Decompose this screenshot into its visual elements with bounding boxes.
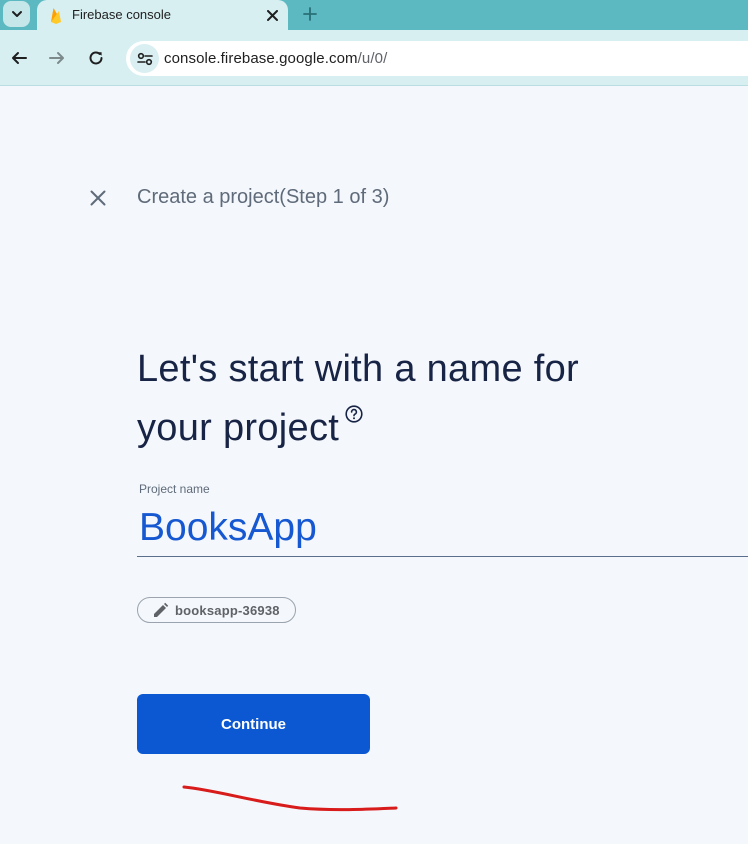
plus-icon bbox=[303, 7, 317, 21]
heading-line-1: Let's start with a name for bbox=[137, 348, 579, 390]
tab-search-button[interactable] bbox=[3, 1, 30, 27]
red-underline-annotation bbox=[182, 785, 398, 812]
close-icon bbox=[90, 190, 106, 206]
chevron-down-icon bbox=[11, 11, 22, 17]
back-arrow-icon bbox=[12, 52, 27, 64]
site-info-button[interactable] bbox=[130, 44, 159, 73]
site-settings-icon bbox=[136, 52, 153, 65]
reload-button[interactable] bbox=[85, 47, 107, 69]
url-text[interactable]: console.firebase.google.com/u/0/ bbox=[164, 50, 387, 67]
step-title: Create a project(Step 1 of 3) bbox=[137, 186, 390, 208]
firebase-flame-icon bbox=[51, 8, 61, 24]
address-bar[interactable]: console.firebase.google.com/u/0/ bbox=[126, 41, 748, 76]
browser-toolbar: console.firebase.google.com/u/0/ bbox=[0, 30, 748, 86]
tab-close-button[interactable] bbox=[262, 5, 282, 25]
heading-line-2-text: your project bbox=[137, 407, 340, 449]
tab-title: Firebase console bbox=[72, 7, 171, 22]
project-id-chip[interactable]: booksapp-36938 bbox=[137, 597, 296, 623]
heading-line-2: your project bbox=[137, 399, 697, 458]
forward-button[interactable] bbox=[46, 47, 68, 69]
reload-icon bbox=[89, 51, 103, 65]
project-id-label: booksapp-36938 bbox=[175, 602, 280, 618]
forward-arrow-icon bbox=[49, 52, 64, 64]
url-host: console.firebase.google.com bbox=[164, 50, 358, 67]
help-circle-icon[interactable] bbox=[345, 405, 363, 423]
page-heading: Let's start with a name for your project bbox=[137, 340, 697, 458]
back-button[interactable] bbox=[8, 47, 30, 69]
close-icon bbox=[266, 9, 278, 21]
close-wizard-button[interactable] bbox=[88, 188, 108, 208]
pencil-icon bbox=[152, 602, 169, 619]
url-path: /u/0/ bbox=[357, 50, 388, 67]
project-name-label: Project name bbox=[139, 482, 210, 496]
tab-strip: Firebase console bbox=[0, 0, 748, 30]
browser-window: Firebase console console.firebase.google… bbox=[0, 0, 748, 844]
new-tab-button[interactable] bbox=[299, 3, 321, 25]
continue-button[interactable]: Continue bbox=[137, 694, 370, 754]
browser-tab-active[interactable]: Firebase console bbox=[37, 0, 288, 30]
project-name-input[interactable] bbox=[137, 500, 748, 557]
